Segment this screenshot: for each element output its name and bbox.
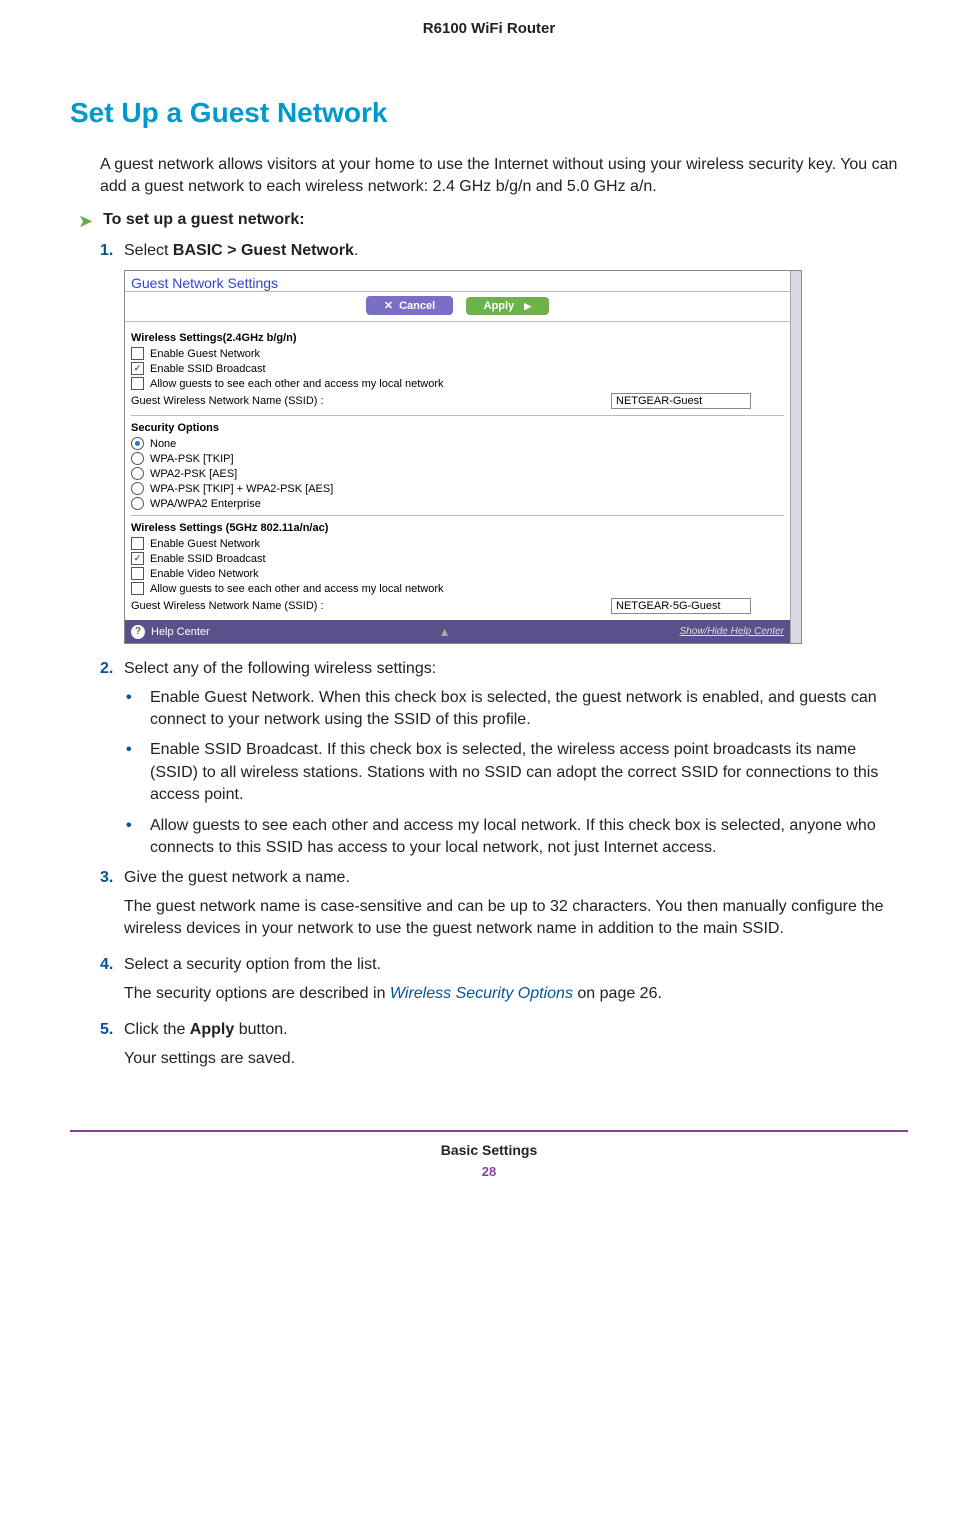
step-4-para-prefix: The security options are described in — [124, 985, 390, 1002]
task-arrow-icon: ➤ — [78, 211, 93, 232]
cancel-label: Cancel — [399, 300, 435, 312]
bullet-3-text: Allow guests to see each other and acces… — [150, 815, 908, 860]
scrollbar[interactable] — [790, 271, 801, 643]
cb-enable-ssid-24[interactable] — [131, 362, 144, 375]
step-3-para: The guest network name is case-sensitive… — [124, 896, 908, 941]
help-icon[interactable]: ? — [131, 625, 145, 639]
bullet-2-text: Enable SSID Broadcast. If this check box… — [150, 739, 908, 806]
ssid-24-label: Guest Wireless Network Name (SSID) : — [131, 395, 611, 407]
ssid-24-input[interactable]: NETGEAR-Guest — [611, 393, 751, 409]
radio-wpa-mix-label: WPA-PSK [TKIP] + WPA2-PSK [AES] — [150, 483, 333, 495]
radio-wpa-mix[interactable] — [131, 482, 144, 495]
chevron-up-icon[interactable]: ▴ — [210, 623, 680, 640]
bullet-3-bold: Allow guests to see each other and acces… — [150, 817, 577, 834]
help-toggle-link[interactable]: Show/Hide Help Center — [680, 626, 785, 637]
cb-enable-guest-24-label: Enable Guest Network — [150, 348, 260, 360]
step-1-suffix: . — [354, 242, 358, 259]
radio-wpa-ent-label: WPA/WPA2 Enterprise — [150, 498, 261, 510]
cb-enable-ssid-24-label: Enable SSID Broadcast — [150, 363, 266, 375]
step-1-number: 1. — [100, 240, 124, 262]
footer-section: Basic Settings — [70, 1142, 908, 1158]
apply-label: Apply — [484, 300, 515, 312]
ssid-5-label: Guest Wireless Network Name (SSID) : — [131, 600, 611, 612]
close-icon: ✕ — [384, 300, 393, 312]
radio-wpa2-aes-label: WPA2-PSK [AES] — [150, 468, 237, 480]
step-5-prefix: Click the — [124, 1021, 190, 1038]
doc-header: R6100 WiFi Router — [70, 20, 908, 37]
bullet-1-text: Enable Guest Network. When this check bo… — [150, 687, 908, 732]
radio-wpa-ent[interactable] — [131, 497, 144, 510]
radio-none[interactable] — [131, 437, 144, 450]
cb-allow-guests-5[interactable] — [131, 582, 144, 595]
bullet-2-dot: • — [126, 739, 150, 761]
radio-wpa2-aes[interactable] — [131, 467, 144, 480]
bullet-1-bold: Enable Guest Network — [150, 689, 310, 706]
task-heading: To set up a guest network: — [103, 211, 305, 229]
cb-allow-guests-24[interactable] — [131, 377, 144, 390]
cancel-button[interactable]: ✕ Cancel — [366, 296, 453, 315]
intro-paragraph: A guest network allows visitors at your … — [100, 154, 908, 199]
ss-security-heading: Security Options — [131, 422, 784, 434]
step-4-text: Select a security option from the list. — [124, 954, 908, 976]
step-5-para: Your settings are saved. — [124, 1048, 908, 1070]
step-4-para: The security options are described in Wi… — [124, 983, 908, 1005]
guest-network-screenshot: Guest Network Settings ✕ Cancel Apply ▶ Wi… — [124, 270, 802, 644]
cb-allow-guests-24-label: Allow guests to see each other and acces… — [150, 378, 443, 390]
cb-enable-guest-5[interactable] — [131, 537, 144, 550]
footer-page-number: 28 — [70, 1164, 908, 1179]
step-3-number: 3. — [100, 867, 124, 889]
bullet-1-dot: • — [126, 687, 150, 709]
ss-5ghz-heading: Wireless Settings (5GHz 802.11a/n/ac) — [131, 522, 784, 534]
step-5-number: 5. — [100, 1019, 124, 1041]
step-5-bold: Apply — [190, 1021, 234, 1038]
cb-enable-ssid-5-label: Enable SSID Broadcast — [150, 553, 266, 565]
cb-enable-video-5-label: Enable Video Network — [150, 568, 259, 580]
step-4-number: 4. — [100, 954, 124, 976]
step-1-prefix: Select — [124, 242, 173, 259]
cb-enable-ssid-5[interactable] — [131, 552, 144, 565]
bullet-3-dot: • — [126, 815, 150, 837]
step-4-para-suffix: on page 26. — [573, 985, 662, 1002]
cb-enable-guest-5-label: Enable Guest Network — [150, 538, 260, 550]
ss-24ghz-heading: Wireless Settings(2.4GHz b/g/n) — [131, 332, 784, 344]
step-2-text: Select any of the following wireless set… — [124, 658, 908, 680]
cb-enable-video-5[interactable] — [131, 567, 144, 580]
cb-enable-guest-24[interactable] — [131, 347, 144, 360]
wireless-security-link[interactable]: Wireless Security Options — [390, 985, 573, 1002]
cb-allow-guests-5-label: Allow guests to see each other and acces… — [150, 583, 443, 595]
step-3-text: Give the guest network a name. — [124, 867, 908, 889]
step-2-number: 2. — [100, 658, 124, 680]
step-1-text: Select BASIC > Guest Network. — [124, 240, 908, 262]
radio-wpa-tkip-label: WPA-PSK [TKIP] — [150, 453, 234, 465]
step-5-suffix: button. — [234, 1021, 287, 1038]
bullet-2-bold: Enable SSID Broadcast — [150, 741, 318, 758]
arrow-right-icon: ▶ — [524, 301, 531, 311]
ss-title: Guest Network Settings — [125, 271, 790, 292]
apply-button[interactable]: Apply ▶ — [466, 297, 549, 315]
help-center-label: Help Center — [151, 626, 210, 638]
section-heading: Set Up a Guest Network — [70, 97, 908, 129]
page-footer: Basic Settings 28 — [70, 1130, 908, 1179]
step-5-text: Click the Apply button. — [124, 1019, 908, 1041]
ssid-5-input[interactable]: NETGEAR-5G-Guest — [611, 598, 751, 614]
radio-none-label: None — [150, 438, 176, 450]
step-1-bold: BASIC > Guest Network — [173, 242, 354, 259]
radio-wpa-tkip[interactable] — [131, 452, 144, 465]
